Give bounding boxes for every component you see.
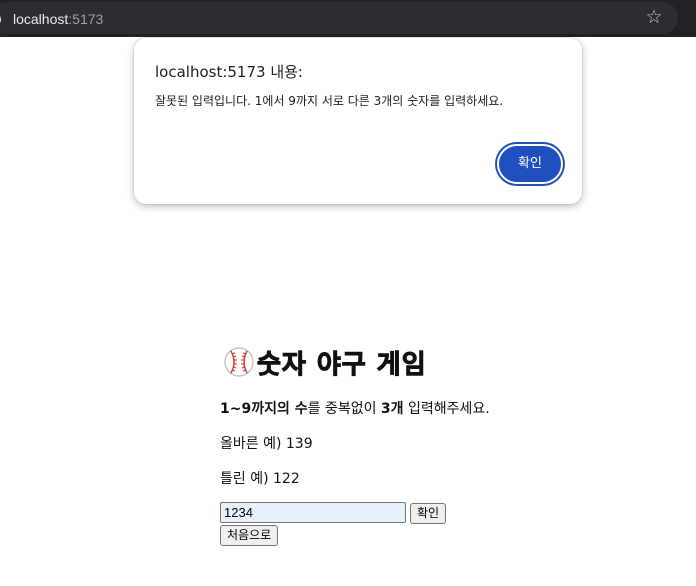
dialog-ok-button[interactable]: 확인 <box>497 144 563 184</box>
baseball-icon <box>224 347 254 377</box>
alert-dialog: localhost:5173 내용: 잘못된 입력입니다. 1에서 9까지 서로… <box>134 38 582 204</box>
url-text[interactable]: localhost:5173 <box>13 11 103 27</box>
instructions-bold-count: 3개 <box>380 401 404 417</box>
confirm-button[interactable]: 확인 <box>410 503 447 524</box>
wrong-example: 틀린 예) 122 <box>220 471 300 487</box>
dialog-title: localhost:5173 내용: <box>155 63 303 81</box>
browser-toolbar: i localhost:5173 ☆ <box>0 0 696 37</box>
instructions-text: 를 중복없이 <box>307 401 381 417</box>
url-host: localhost <box>13 11 69 27</box>
star-icon[interactable]: ☆ <box>643 6 665 28</box>
page-title: 숫자 야구 게임 <box>223 344 427 380</box>
instructions-text-end: 입력해주세요. <box>403 401 490 417</box>
restart-button[interactable]: 처음으로 <box>220 525 279 546</box>
instructions-bold-range: 1~9까지의 수 <box>220 401 308 417</box>
game-title: 숫자 야구 게임 <box>257 349 427 380</box>
info-icon[interactable]: i <box>0 13 1 26</box>
correct-example: 올바른 예) 139 <box>220 436 313 452</box>
instructions: 1~9까지의 수를 중복없이 3개 입력해주세요. <box>220 398 490 418</box>
dialog-message: 잘못된 입력입니다. 1에서 9까지 서로 다른 3개의 숫자를 입력하세요. <box>155 94 504 108</box>
url-port: :5173 <box>68 11 104 27</box>
guess-input[interactable] <box>220 502 406 523</box>
address-bar[interactable]: i localhost:5173 <box>0 2 678 34</box>
